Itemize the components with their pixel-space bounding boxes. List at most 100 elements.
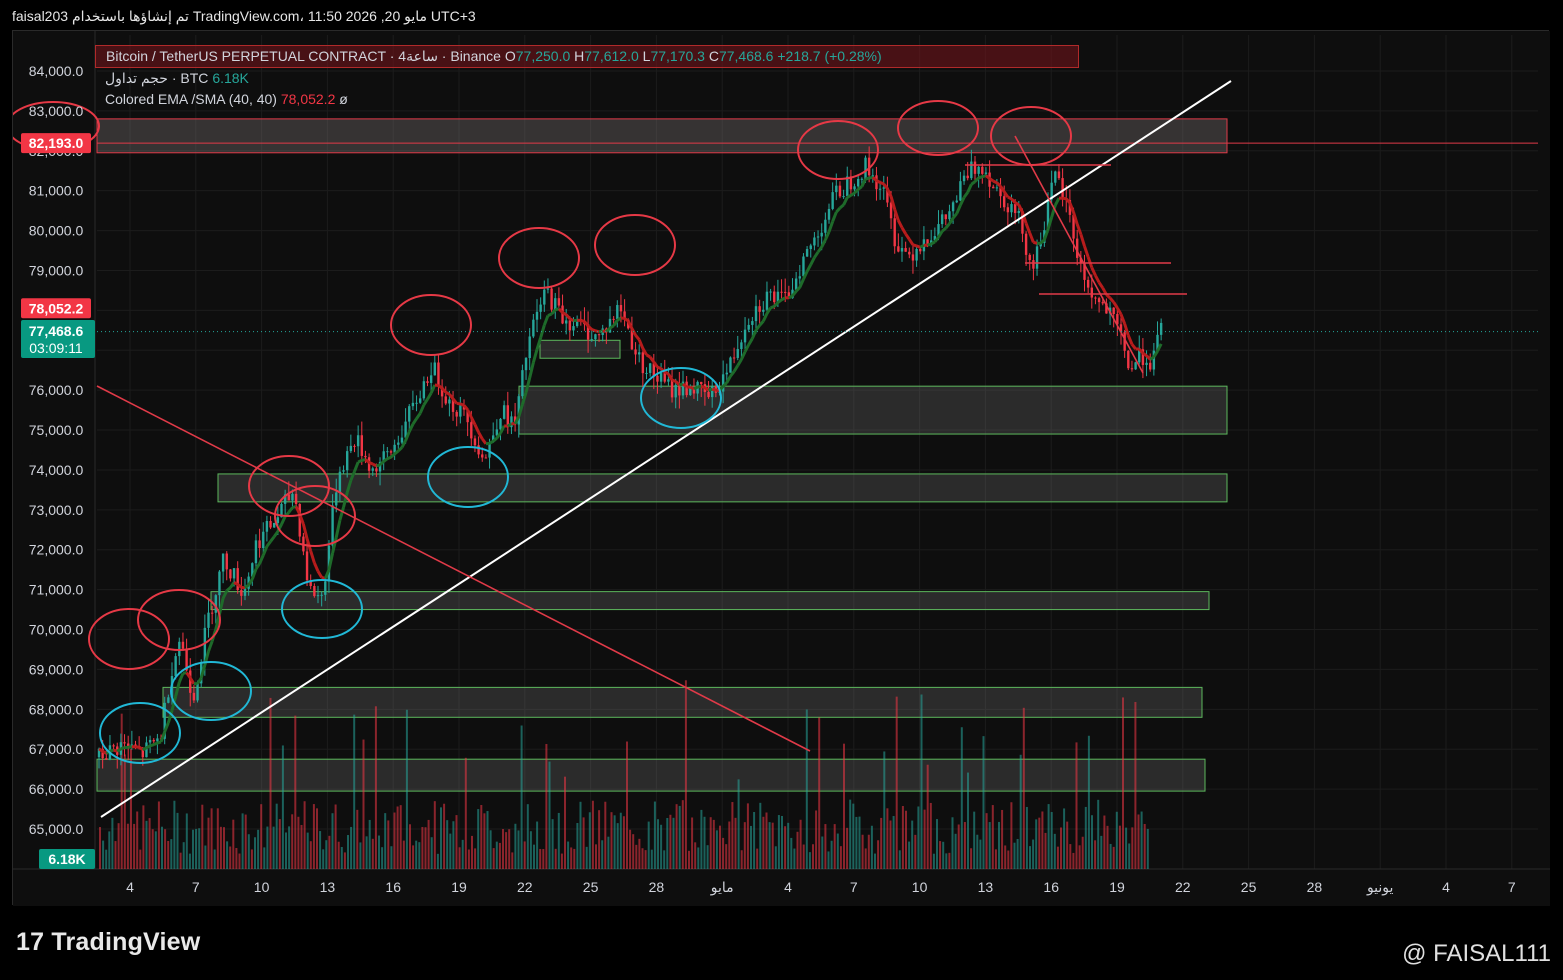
price-chart[interactable]: 84,000.083,000.082,000.081,000.080,000.0… [13, 31, 1550, 906]
candle-body[interactable] [320, 594, 323, 596]
candle-body[interactable] [616, 305, 619, 320]
candle-body[interactable] [572, 326, 575, 331]
candle-body[interactable] [221, 553, 225, 572]
candle-body[interactable] [820, 232, 823, 237]
candle-body[interactable] [944, 214, 947, 220]
candle-body[interactable] [835, 185, 838, 193]
candle-body[interactable] [758, 306, 761, 312]
candle-body[interactable] [152, 739, 155, 742]
candle-body[interactable] [619, 305, 623, 312]
tradingview-brand[interactable]: 17 TradingView [16, 928, 200, 957]
candle-body[interactable] [864, 157, 867, 179]
candle-body[interactable] [882, 187, 885, 189]
candle-body[interactable] [1101, 302, 1104, 304]
candle-body[interactable] [959, 181, 962, 201]
candle-body[interactable] [995, 187, 999, 189]
candle-body[interactable] [1028, 254, 1031, 261]
candle-body[interactable] [565, 320, 568, 324]
candle-body[interactable] [1013, 204, 1017, 214]
candle-body[interactable] [389, 451, 393, 453]
candle-body[interactable] [568, 320, 572, 331]
candle-body[interactable] [955, 200, 958, 203]
candle-body[interactable] [324, 581, 327, 595]
candle-body[interactable] [1145, 362, 1148, 365]
candle-body[interactable] [167, 697, 170, 703]
candle-body[interactable] [674, 384, 677, 398]
candle-body[interactable] [1054, 171, 1057, 183]
candle-body[interactable] [597, 334, 601, 336]
candle-body[interactable] [105, 758, 108, 760]
candle-body[interactable] [335, 492, 338, 506]
ohlc-legend-row[interactable]: Bitcoin / TetherUS PERPETUAL CONTRACT · … [95, 45, 1079, 68]
candle-body[interactable] [973, 161, 977, 174]
candle-body[interactable] [429, 375, 433, 383]
candle-body[interactable] [981, 166, 984, 174]
candle-body[interactable] [900, 248, 904, 252]
indicator-legend-row[interactable]: Colored EMA /SMA (40, 40) 78,052.2 ø [105, 89, 1079, 110]
candle-body[interactable] [481, 454, 484, 458]
candle-body[interactable] [919, 248, 922, 252]
candle-body[interactable] [809, 245, 812, 250]
candle-body[interactable] [1127, 350, 1130, 369]
volume-legend-row[interactable]: حجم تداول · BTC 6.18K [105, 68, 1079, 89]
candle-body[interactable] [240, 590, 243, 596]
candle-body[interactable] [313, 585, 316, 597]
candle-body[interactable] [725, 372, 728, 375]
candle-body[interactable] [878, 188, 882, 190]
candle-body[interactable] [1130, 368, 1134, 370]
candle-body[interactable] [908, 251, 911, 255]
candle-body[interactable] [970, 161, 973, 179]
candle-body[interactable] [707, 391, 710, 398]
candle-body[interactable] [550, 288, 553, 310]
candle-body[interactable] [1057, 171, 1061, 179]
candle-body[interactable] [1024, 233, 1028, 255]
candle-body[interactable] [948, 211, 951, 220]
support-zone[interactable] [217, 473, 1228, 503]
candle-body[interactable] [419, 398, 422, 403]
candle-body[interactable] [663, 373, 666, 382]
candle-body[interactable] [827, 208, 831, 220]
candle-body[interactable] [338, 471, 342, 493]
chart-panel[interactable]: 84,000.083,000.082,000.081,000.080,000.0… [12, 30, 1550, 906]
candle-body[interactable] [1094, 297, 1097, 299]
candle-body[interactable] [794, 278, 798, 290]
candle-body[interactable] [521, 370, 524, 397]
candle-body[interactable] [831, 192, 834, 209]
candle-body[interactable] [911, 254, 915, 261]
candle-body[interactable] [670, 379, 674, 398]
candle-body[interactable] [473, 438, 477, 446]
candle-body[interactable] [207, 612, 210, 628]
candle-body[interactable] [1006, 207, 1010, 213]
candle-body[interactable] [356, 435, 360, 447]
candle-body[interactable] [860, 178, 864, 180]
candle-body[interactable] [524, 357, 528, 371]
candle-body[interactable] [178, 641, 181, 657]
candle-body[interactable] [557, 298, 561, 306]
candle-body[interactable] [729, 357, 732, 373]
symbol-name[interactable]: Bitcoin / TetherUS PERPETUAL CONTRACT · … [106, 48, 501, 64]
candle-body[interactable] [816, 236, 820, 238]
candle-body[interactable] [1090, 287, 1093, 298]
candle-body[interactable] [612, 318, 615, 320]
candle-body[interactable] [977, 166, 980, 174]
candle-body[interactable] [375, 468, 378, 472]
candle-body[interactable] [287, 494, 290, 501]
candle-body[interactable] [813, 237, 816, 246]
candle-body[interactable] [415, 402, 418, 404]
candle-body[interactable] [638, 352, 641, 355]
candle-body[interactable] [1149, 362, 1152, 370]
candle-body[interactable] [174, 656, 177, 677]
candle-body[interactable] [364, 455, 367, 458]
candle-body[interactable] [148, 739, 152, 743]
candle-body[interactable] [229, 569, 232, 579]
candle-body[interactable] [594, 334, 597, 340]
support-zone[interactable] [162, 686, 1203, 718]
candle-body[interactable] [904, 248, 907, 252]
candle-body[interactable] [1112, 307, 1115, 315]
candle-body[interactable] [232, 568, 236, 579]
candle-body[interactable] [798, 276, 801, 279]
candle-body[interactable] [893, 218, 896, 247]
candle-body[interactable] [765, 291, 769, 310]
candle-body[interactable] [736, 349, 739, 358]
candle-body[interactable] [590, 339, 593, 341]
